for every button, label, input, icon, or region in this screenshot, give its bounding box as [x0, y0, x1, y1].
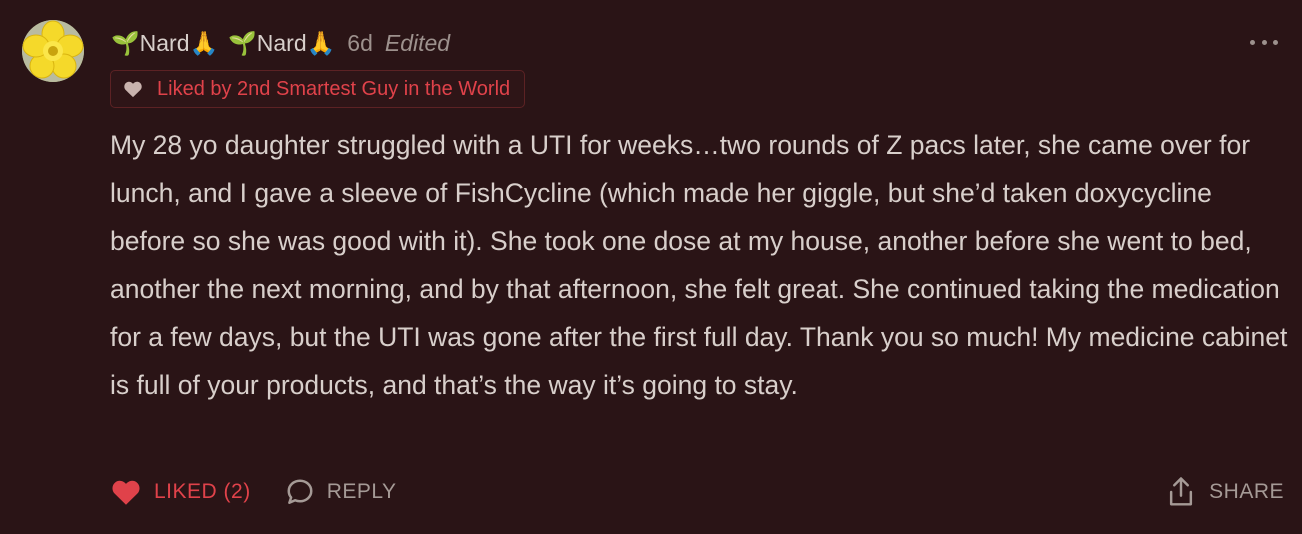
timestamp[interactable]: 6d: [347, 30, 373, 57]
comment-body: My 28 yo daughter struggled with a UTI f…: [110, 130, 1288, 400]
ellipsis-dot: [1273, 39, 1278, 45]
share-upload-icon: [1170, 477, 1193, 506]
share-button[interactable]: SHARE: [1167, 476, 1284, 508]
like-label: LIKED (2): [154, 480, 251, 503]
more-options-button[interactable]: [1250, 30, 1278, 54]
ellipsis-dot: [1250, 39, 1255, 45]
liked-by-badge[interactable]: Liked by 2nd Smartest Guy in the World: [110, 70, 526, 108]
comment-actions: LIKED (2) REPLY SHARE: [110, 472, 1284, 512]
share-label: SHARE: [1209, 480, 1284, 503]
liked-by-text: Liked by 2nd Smartest Guy in the World: [157, 77, 511, 100]
like-button[interactable]: LIKED (2): [110, 478, 251, 506]
author-name[interactable]: 🌱Nard🙏: [111, 30, 218, 57]
yellow-flower-icon: [22, 20, 84, 82]
speech-bubble-icon: [287, 479, 313, 504]
reply-button[interactable]: REPLY: [285, 477, 397, 507]
edited-label: Edited: [384, 29, 451, 56]
comment: 🌱Nard🙏 🌱Nard🙏 6d Edited Liked by 2nd Sma…: [0, 0, 1302, 534]
avatar[interactable]: [22, 20, 84, 82]
heart-filled-icon: [112, 480, 140, 505]
comment-header: 🌱Nard🙏 🌱Nard🙏 6d Edited: [111, 28, 450, 58]
ellipsis-dot: [1261, 39, 1267, 45]
heart-icon: [124, 81, 142, 98]
author-handle[interactable]: 🌱Nard🙏: [228, 30, 335, 57]
reply-label: REPLY: [326, 480, 397, 503]
